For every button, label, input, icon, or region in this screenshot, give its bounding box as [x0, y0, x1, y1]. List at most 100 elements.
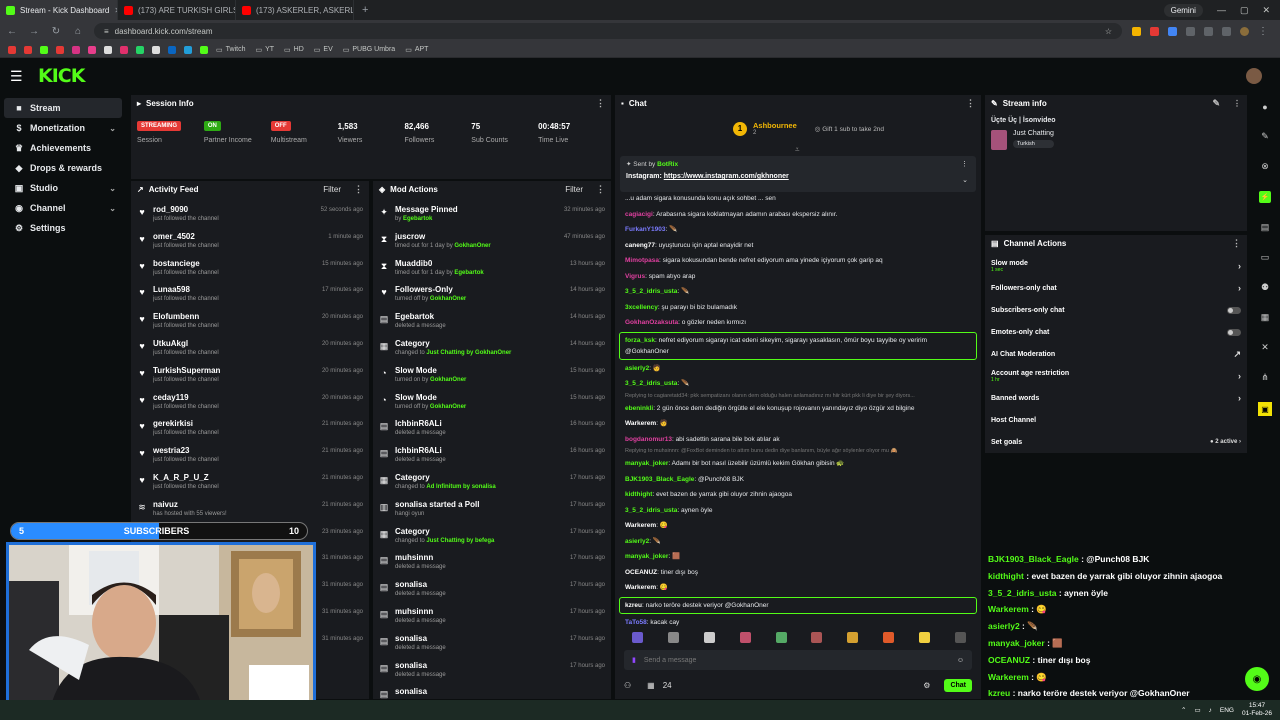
mod-action-actor[interactable]: Just Chatting by befega: [426, 538, 494, 544]
stat-value[interactable]: ON: [203, 121, 221, 131]
channel-action-slow-mode[interactable]: Slow mode 1 sec ›: [985, 255, 1247, 277]
chat-username[interactable]: bogdanomur13: [625, 436, 672, 443]
more-options-icon[interactable]: ⋮: [1233, 99, 1241, 108]
bookmark-icon[interactable]: [8, 45, 16, 54]
stat-value[interactable]: STREAMING: [137, 121, 181, 131]
document-icon[interactable]: ▤: [1261, 222, 1270, 233]
chat-icon[interactable]: ▭: [1261, 252, 1270, 263]
bookmark-icon[interactable]: [56, 45, 64, 54]
channel-action-emotes-only-chat[interactable]: Emotes-only chat: [985, 321, 1247, 343]
emote-icon[interactable]: [739, 632, 751, 643]
more-options-icon[interactable]: ⋮: [596, 184, 605, 195]
chat-username[interactable]: OCEANUZ: [625, 569, 657, 576]
activity-username[interactable]: westria23: [153, 446, 316, 455]
minimize-icon[interactable]: —: [1217, 5, 1226, 15]
chat-username[interactable]: TaTo58: [625, 619, 647, 626]
browser-tab[interactable]: (173) ARE TURKISH GIRLS REAL✕: [118, 0, 236, 20]
browser-menu-icon[interactable]: ⋮: [1258, 26, 1268, 37]
mod-action-actor[interactable]: Egebartok: [403, 216, 432, 222]
tray-chevron-icon[interactable]: ⌃: [1181, 706, 1186, 714]
emote-icon[interactable]: [667, 632, 679, 643]
emote-icon[interactable]: [919, 632, 930, 643]
toggle-switch[interactable]: [1227, 306, 1241, 314]
bookmark-folder[interactable]: ▭ YT: [255, 46, 274, 54]
share-icon[interactable]: ⋔: [1261, 372, 1269, 383]
chat-username[interactable]: forza_ksk: [625, 337, 655, 344]
chat-username[interactable]: BJK1903_Black_Eagle: [625, 476, 694, 483]
clock[interactable]: 15:47 01-Feb-26: [1242, 702, 1272, 718]
more-options-icon[interactable]: ⋮: [354, 184, 363, 195]
reload-icon[interactable]: ↻: [50, 26, 62, 37]
bookmark-icon[interactable]: [184, 45, 192, 54]
chat-username[interactable]: 3_5_2_idris_usta: [625, 380, 677, 387]
chat-input[interactable]: ▮ Send a message ☺: [624, 650, 972, 670]
edit-icon[interactable]: ✎: [1212, 98, 1220, 109]
gift-cta[interactable]: ◎ Gift 1 sub to take 2nd: [815, 125, 884, 133]
chat-tools-icon[interactable]: ⚇: [624, 681, 631, 690]
network-icon[interactable]: ▭: [1195, 706, 1201, 714]
target-icon[interactable]: ⊗: [1261, 161, 1269, 172]
home-icon[interactable]: ⌂: [72, 26, 84, 37]
new-tab-button[interactable]: +: [354, 4, 376, 16]
chat-username[interactable]: cagiacigi: [625, 211, 653, 218]
edit-icon[interactable]: ✎: [1261, 131, 1269, 142]
activity-username[interactable]: K_A_R_P_U_Z: [153, 473, 316, 482]
url-input[interactable]: ≡ dashboard.kick.com/stream ☆: [94, 23, 1122, 39]
mod-action-actor[interactable]: GokhanOner: [430, 296, 466, 302]
chat-username[interactable]: FurkanY1903: [625, 226, 665, 233]
expand-icon[interactable]: ⌄: [962, 176, 968, 184]
bookmark-icon[interactable]: [104, 45, 112, 54]
extension-icon[interactable]: [1186, 26, 1195, 36]
back-icon[interactable]: ←: [6, 26, 18, 37]
user-avatar[interactable]: [1246, 68, 1262, 84]
gemini-button[interactable]: Gemini: [1163, 3, 1203, 17]
bookmark-icon[interactable]: [24, 45, 32, 54]
hamburger-menu-icon[interactable]: ☰: [10, 68, 30, 85]
close-icon[interactable]: ✕: [1262, 5, 1270, 16]
chat-username[interactable]: manyak_joker: [625, 460, 668, 467]
bookmark-icon[interactable]: [152, 45, 160, 54]
activity-username[interactable]: naivuz: [153, 500, 316, 509]
extension-icon[interactable]: [1168, 26, 1177, 36]
sidebar-item-monetization[interactable]: $ Monetization ⌄: [4, 118, 122, 138]
forward-icon[interactable]: →: [28, 26, 40, 37]
browser-tab[interactable]: Stream - Kick Dashboard✕: [0, 0, 118, 20]
sidebar-item-studio[interactable]: ▣ Studio ⌄: [4, 178, 122, 198]
activity-username[interactable]: gerekirkisi: [153, 419, 316, 428]
bookmark-folder[interactable]: ▭ HD: [284, 46, 304, 54]
activity-username[interactable]: omer_4502: [153, 232, 322, 241]
emoji-icon[interactable]: ☺: [957, 657, 964, 664]
activity-username[interactable]: UtkuAkgl: [153, 339, 316, 348]
chat-settings-icon[interactable]: ⚙: [923, 681, 930, 690]
chat-username[interactable]: Mimotpasa: [625, 257, 659, 264]
chat-username[interactable]: Warkerem: [625, 420, 656, 427]
chat-username[interactable]: ebeninkli: [625, 405, 653, 412]
mod-action-actor[interactable]: Just Chatting by GokhanOner: [426, 350, 511, 356]
pinned-link[interactable]: https://www.instagram.com/gkhnoner: [664, 173, 789, 180]
sidebar-item-stream[interactable]: ■ Stream: [4, 98, 122, 118]
chat-username[interactable]: 3_5_2_idris_usta: [625, 288, 677, 295]
profile-avatar[interactable]: [1240, 26, 1249, 36]
browser-tab[interactable]: (173) ASKERLER, ASKERLERIN K✕: [236, 0, 354, 20]
help-chat-button[interactable]: ◉: [1245, 667, 1269, 691]
more-options-icon[interactable]: ⋮: [1232, 238, 1241, 249]
emote-icon[interactable]: [703, 632, 715, 643]
mod-action-actor[interactable]: GokhanOner: [430, 377, 466, 383]
chat-username[interactable]: Vigrus: [625, 273, 645, 280]
mod-action-actor[interactable]: GokhanOner: [454, 243, 490, 249]
extension-icon[interactable]: [1150, 26, 1159, 36]
kick-logo[interactable]: KICK: [38, 65, 85, 87]
emote-icon[interactable]: [811, 632, 823, 643]
gift-leaderboard[interactable]: 1 Ashbournee 2 ◎ Gift 1 sub to take 2nd: [733, 121, 884, 136]
chat-username[interactable]: 3xcellency: [625, 304, 658, 311]
calendar-icon[interactable]: ▦: [647, 681, 655, 690]
sidebar-item-achievements[interactable]: ♛ Achievements: [4, 138, 122, 158]
coin-icon[interactable]: ▣: [1258, 402, 1272, 416]
channel-action-host-channel[interactable]: Host Channel: [985, 409, 1247, 431]
mod-action-actor[interactable]: Egebartok: [454, 270, 483, 276]
chat-username[interactable]: kzreu: [625, 602, 642, 609]
chat-username[interactable]: kidthight: [625, 491, 652, 498]
bookmark-icon[interactable]: [200, 45, 208, 54]
emote-icon[interactable]: [883, 632, 895, 643]
chat-username[interactable]: Warkerem: [625, 584, 656, 591]
